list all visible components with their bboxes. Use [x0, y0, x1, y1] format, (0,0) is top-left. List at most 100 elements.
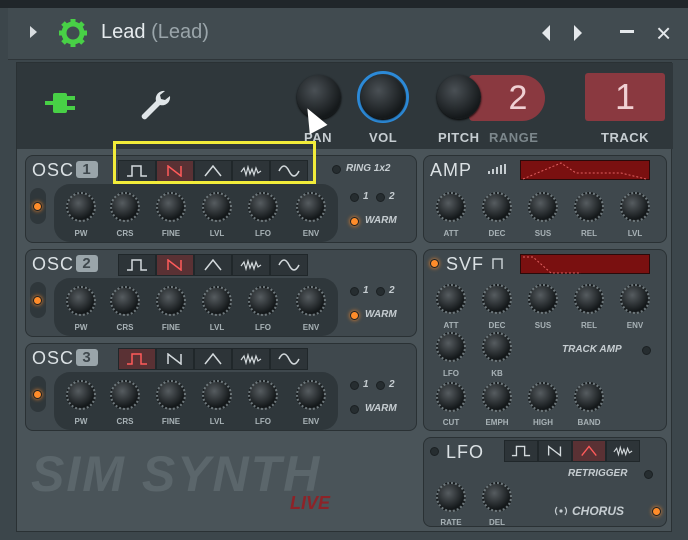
svf-sus-knob[interactable] [528, 284, 558, 314]
amp-rel-knob[interactable] [574, 192, 604, 222]
osc1-opt1-led[interactable] [350, 193, 359, 202]
osc2-warm-led[interactable] [350, 311, 359, 320]
osc2-crs-knob[interactable] [110, 286, 140, 316]
osc2-lvl-knob[interactable] [202, 286, 232, 316]
simsynth-logo: SIM SYNTH [31, 445, 321, 503]
osc3-lfo-knob[interactable] [248, 380, 278, 410]
osc2-warm-label: WARM [365, 309, 397, 320]
osc3-square-wave-button[interactable] [118, 348, 156, 370]
osc2-fine-knob[interactable] [156, 286, 186, 316]
lfo-noise-wave-button[interactable] [606, 440, 640, 462]
amp-lvl-knob[interactable] [620, 192, 650, 222]
next-arrow-icon[interactable] [574, 25, 582, 41]
osc1-warm-led[interactable] [350, 217, 359, 226]
osc3-opt2-led[interactable] [376, 381, 385, 390]
svf-rel-knob[interactable] [574, 284, 604, 314]
svf-dec-label: DEC [488, 321, 506, 330]
track-amp-led[interactable] [642, 346, 651, 355]
osc2-square-wave-button[interactable] [118, 254, 156, 276]
svf-lfo-knob[interactable] [436, 332, 466, 362]
osc3-lvl-knob[interactable] [202, 380, 232, 410]
svf-high-knob[interactable] [528, 382, 558, 412]
retrigger-led[interactable] [644, 470, 653, 479]
lfo-rate-knob[interactable] [436, 482, 466, 512]
pitch-knob[interactable] [437, 75, 481, 119]
gear-icon[interactable] [58, 18, 88, 48]
svf-enable-led[interactable] [430, 259, 439, 268]
osc2-panel: OSC 2 PW CRS FINE LVL LFO ENV 1 2 WARM [25, 249, 417, 337]
lfo-enable-led[interactable] [430, 447, 439, 456]
osc3-noise-wave-button[interactable] [232, 348, 270, 370]
osc2-sine-wave-button[interactable] [270, 254, 308, 276]
osc1-label: OSC [32, 160, 75, 180]
osc1-lvl-label: LVL [209, 229, 225, 238]
osc2-enable-led[interactable] [33, 296, 42, 305]
osc3-panel: OSC 3 PW CRS FINE LVL LFO ENV 1 2 WARM [25, 343, 417, 431]
plugin-icon[interactable] [41, 83, 81, 123]
osc2-pw-knob[interactable] [66, 286, 96, 316]
svf-kb-knob[interactable] [482, 332, 512, 362]
previous-arrow-icon[interactable] [542, 25, 550, 41]
osc1-opt2-led[interactable] [376, 193, 385, 202]
svf-band-knob[interactable] [574, 382, 604, 412]
wrench-icon[interactable] [135, 85, 175, 125]
osc2-title: OSC 2 [32, 254, 99, 275]
osc1-lvl-knob[interactable] [202, 192, 232, 222]
ring-led[interactable] [332, 165, 341, 174]
svf-dec-knob[interactable] [482, 284, 512, 314]
osc2-env-knob[interactable] [296, 286, 326, 316]
svf-env-knob[interactable] [620, 284, 650, 314]
amp-envelope-display[interactable] [520, 160, 650, 180]
osc3-crs-knob[interactable] [110, 380, 140, 410]
osc3-triangle-wave-button[interactable] [194, 348, 232, 370]
osc2-saw-wave-button[interactable] [156, 254, 194, 276]
amp-sus-knob[interactable] [528, 192, 558, 222]
osc3-sine-wave-button[interactable] [270, 348, 308, 370]
osc1-pw-knob[interactable] [66, 192, 96, 222]
osc1-lfo-knob[interactable] [248, 192, 278, 222]
osc3-pw-label: PW [74, 417, 88, 426]
svf-emph-knob[interactable] [482, 382, 512, 412]
track-display[interactable]: 1 [585, 73, 665, 121]
osc3-title: OSC 3 [32, 348, 99, 369]
lfo-square-wave-button[interactable] [504, 440, 538, 462]
svf-att-knob[interactable] [436, 284, 466, 314]
range-label: RANGE [489, 130, 539, 145]
lfo-triangle-wave-button[interactable] [572, 440, 606, 462]
svf-kb-label: KB [491, 369, 503, 378]
svf-cut-knob[interactable] [436, 382, 466, 412]
osc3-enable-led[interactable] [33, 390, 42, 399]
amp-dec-knob[interactable] [482, 192, 512, 222]
osc1-enable-led[interactable] [33, 202, 42, 211]
chorus-led[interactable] [652, 507, 661, 516]
osc2-opt2-led[interactable] [376, 287, 385, 296]
osc3-opt1-led[interactable] [350, 381, 359, 390]
svf-envelope-graph [523, 256, 581, 274]
simsynth-panel: PAN VOL 2 PITCH RANGE 1 TRACK OSC 1 RING… [16, 62, 673, 532]
lfo-rate-label: RATE [440, 518, 462, 527]
vol-knob[interactable] [361, 75, 405, 119]
osc2-noise-wave-button[interactable] [232, 254, 270, 276]
window-title-sub: (Lead) [151, 21, 209, 43]
svf-envelope-display[interactable] [520, 254, 650, 274]
osc1-fine-knob[interactable] [156, 192, 186, 222]
osc3-fine-knob[interactable] [156, 380, 186, 410]
amp-att-knob[interactable] [436, 192, 466, 222]
osc2-opt1-led[interactable] [350, 287, 359, 296]
lfo-saw-wave-button[interactable] [538, 440, 572, 462]
lfo-del-knob[interactable] [482, 482, 512, 512]
osc1-env-knob[interactable] [296, 192, 326, 222]
osc1-crs-knob[interactable] [110, 192, 140, 222]
minimize-icon[interactable] [620, 30, 634, 33]
close-icon[interactable]: × [656, 20, 678, 46]
plugin-window: Lead (Lead) × PAN VOL 2 PITCH RANGE 1 TR… [0, 0, 688, 540]
osc2-triangle-wave-button[interactable] [194, 254, 232, 276]
collapse-arrow-icon[interactable] [30, 26, 37, 38]
osc1-opt2-label: 2 [389, 191, 395, 202]
osc3-env-knob[interactable] [296, 380, 326, 410]
vol-label: VOL [369, 130, 398, 145]
osc2-lfo-knob[interactable] [248, 286, 278, 316]
osc3-saw-wave-button[interactable] [156, 348, 194, 370]
osc3-pw-knob[interactable] [66, 380, 96, 410]
osc3-warm-led[interactable] [350, 405, 359, 414]
